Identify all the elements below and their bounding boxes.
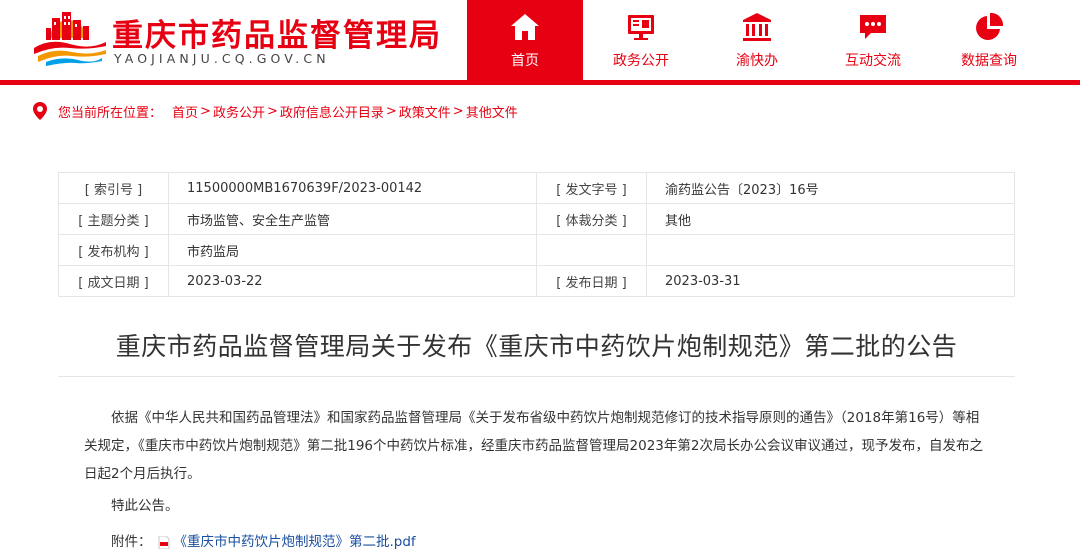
genre-label: [ 体裁分类 ] <box>536 203 647 235</box>
breadcrumb-prefix: 您当前所在位置： <box>58 105 163 121</box>
publisher-value: 市药监局 <box>168 234 537 266</box>
topic-value: 市场监管、安全生产监管 <box>168 203 537 235</box>
breadcrumb-item-info-catalog[interactable]: 政府信息公开目录 <box>280 102 384 121</box>
nav-item-home[interactable]: 首页 <box>467 0 583 80</box>
breadcrumb-separator: > <box>452 103 464 119</box>
article-paragraph: 依据《中华人民共和国药品管理法》和国家药品监督管理局《关于发布省级中药饮片炮制规… <box>84 410 983 482</box>
breadcrumb-separator: > <box>266 103 278 119</box>
site-domain: YAOJIANJU.CQ.GOV.CN <box>114 51 330 66</box>
home-icon <box>511 14 539 40</box>
pie-chart-icon <box>976 12 1004 40</box>
doc-number-label: [ 发文字号 ] <box>536 172 647 204</box>
nav-item-data-query[interactable]: 数据查询 <box>931 0 1047 80</box>
empty-cell <box>536 234 647 266</box>
chat-icon <box>860 15 886 39</box>
table-row: [ 发布机构 ] 市药监局 <box>58 234 1015 266</box>
attachment-row: 附件： 《重庆市中药饮片炮制规范》第二批.pdf <box>111 528 416 556</box>
published-date-label: [ 发布日期 ] <box>536 265 647 297</box>
document-info-table: [ 索引号 ] 11500000MB1670639F/2023-00142 [ … <box>58 172 1015 297</box>
breadcrumb-separator: > <box>200 103 211 119</box>
empty-cell <box>646 234 1015 266</box>
attachment-label: 附件： <box>111 534 152 550</box>
main-nav: 首页 政务公开 渝快办 互动交流 数据查询 <box>467 0 1047 80</box>
header-divider <box>0 80 1080 85</box>
breadcrumb-item-gov-affairs[interactable]: 政务公开 <box>213 102 265 121</box>
nav-item-gov-affairs[interactable]: 政务公开 <box>583 0 699 80</box>
breadcrumb-item-other-docs[interactable]: 其他文件 <box>466 102 518 121</box>
nav-item-interaction[interactable]: 互动交流 <box>815 0 931 80</box>
index-label: [ 索引号 ] <box>58 172 169 204</box>
monitor-icon <box>628 15 654 40</box>
table-row: [ 主题分类 ] 市场监管、安全生产监管 [ 体裁分类 ] 其他 <box>58 203 1015 235</box>
article-closing: 特此公告。 <box>111 498 179 514</box>
breadcrumb-separator: > <box>385 103 397 119</box>
breadcrumb-item-home[interactable]: 首页 <box>172 102 198 121</box>
location-pin-icon <box>33 102 47 120</box>
topic-label: [ 主题分类 ] <box>58 203 169 235</box>
government-building-icon <box>743 13 771 41</box>
doc-number-value: 渝药监公告〔2023〕16号 <box>646 172 1015 204</box>
publisher-label: [ 发布机构 ] <box>58 234 169 266</box>
published-date-value: 2023-03-31 <box>646 265 1015 297</box>
pdf-file-icon <box>158 535 169 549</box>
site-logo-icon[interactable] <box>30 8 108 70</box>
nav-label: 政务公开 <box>613 53 669 69</box>
created-date-label: [ 成文日期 ] <box>58 265 169 297</box>
table-row: [ 成文日期 ] 2023-03-22 [ 发布日期 ] 2023-03-31 <box>58 265 1015 297</box>
attachment-link[interactable]: 《重庆市中药饮片炮制规范》第二批.pdf <box>174 528 416 556</box>
index-value: 11500000MB1670639F/2023-00142 <box>168 172 537 204</box>
table-row: [ 索引号 ] 11500000MB1670639F/2023-00142 [ … <box>58 172 1015 204</box>
site-header: 重庆市药品监督管理局 YAOJIANJU.CQ.GOV.CN 首页 政务公开 渝… <box>0 0 1080 80</box>
nav-item-yukuaiban[interactable]: 渝快办 <box>699 0 815 80</box>
genre-value: 其他 <box>646 203 1015 235</box>
nav-label: 渝快办 <box>736 53 778 69</box>
nav-label: 首页 <box>511 53 539 69</box>
nav-label: 数据查询 <box>961 53 1017 69</box>
nav-label: 互动交流 <box>845 53 901 69</box>
site-title[interactable]: 重庆市药品监督管理局 <box>112 10 442 55</box>
breadcrumb: 您当前所在位置： 首页 > 政务公开 > 政府信息公开目录 > 政策文件 > 其… <box>32 101 518 121</box>
breadcrumb-item-policy-docs[interactable]: 政策文件 <box>399 102 451 121</box>
created-date-value: 2023-03-22 <box>168 265 537 297</box>
article-title: 重庆市药品监督管理局关于发布《重庆市中药饮片炮制规范》第二批的公告 <box>115 332 958 361</box>
title-divider <box>58 376 1015 377</box>
